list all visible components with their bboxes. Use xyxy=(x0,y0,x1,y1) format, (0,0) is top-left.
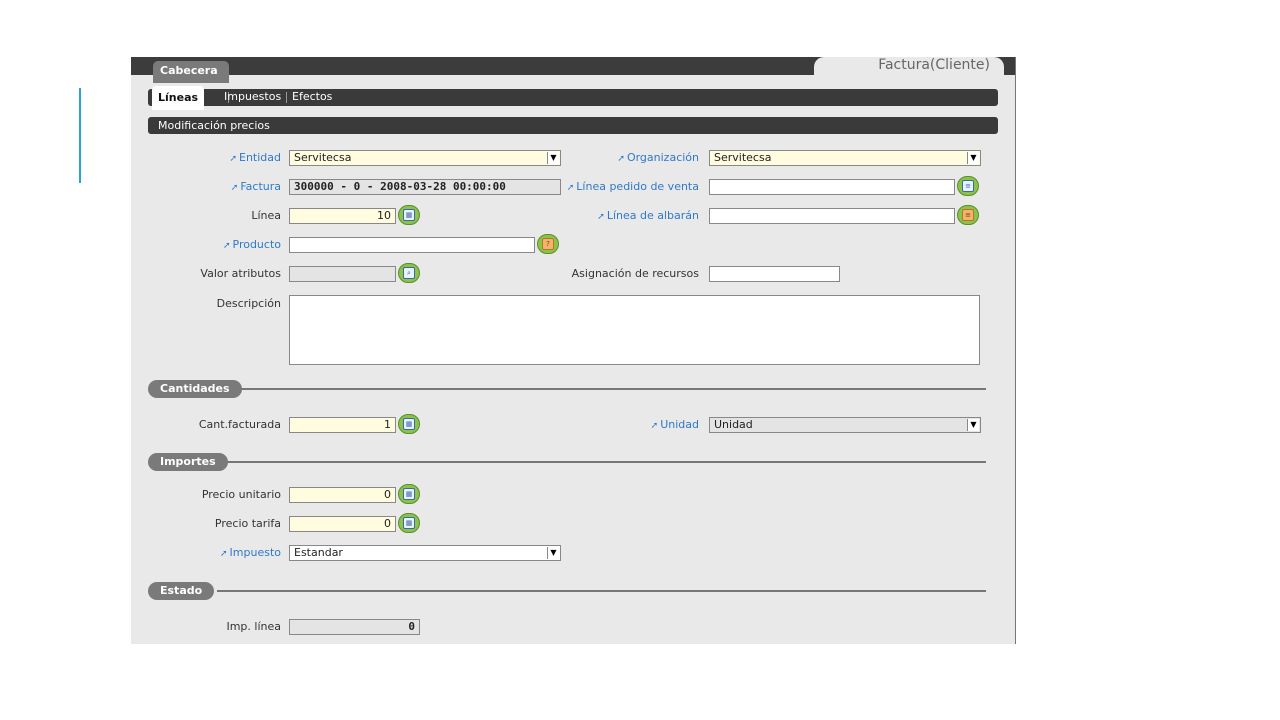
precio-unitario-input[interactable]: 0 xyxy=(289,487,396,503)
calculator-icon: ▦ xyxy=(403,517,415,529)
tab-cabecera[interactable]: Cabecera xyxy=(153,61,229,83)
section-divider xyxy=(217,590,986,592)
producto-input[interactable] xyxy=(289,237,535,253)
imp-linea-label: Imp. línea xyxy=(226,620,281,633)
subtabs-bar: Líneas Impuestos Efectos xyxy=(148,86,998,110)
descripcion-textarea[interactable] xyxy=(289,295,980,365)
linea-label: Línea xyxy=(251,209,281,222)
unidad-select[interactable]: Unidad ▼ xyxy=(709,417,981,433)
search-icon: ? xyxy=(542,238,554,250)
arrow-link-icon: ➚ xyxy=(597,212,605,222)
organizacion-select[interactable]: Servitecsa ▼ xyxy=(709,150,981,166)
calculator-button[interactable]: ▦ xyxy=(398,513,420,533)
calculator-button[interactable]: ▦ xyxy=(398,484,420,504)
impuesto-select[interactable]: Estandar ▼ xyxy=(289,545,561,561)
arrow-link-icon: ➚ xyxy=(230,183,239,193)
tab-separator xyxy=(286,92,287,103)
calculator-icon: ▦ xyxy=(403,488,415,500)
tab-lineas[interactable]: Líneas xyxy=(152,86,205,110)
asignacion-label: Asignación de recursos xyxy=(571,267,699,280)
organizacion-label[interactable]: ➚ Organización xyxy=(571,151,699,164)
arrow-link-icon: ➚ xyxy=(222,241,231,251)
search-product-button[interactable]: ? xyxy=(537,234,559,254)
chevron-down-icon[interactable]: ▼ xyxy=(967,419,979,431)
linea-pedido-label[interactable]: ➚ Línea pedido de venta xyxy=(561,180,699,193)
entidad-label[interactable]: ➚ Entidad xyxy=(191,151,281,164)
attribute-search-button[interactable]: ⌕ xyxy=(398,263,420,283)
section-divider xyxy=(227,461,986,463)
asignacion-input[interactable] xyxy=(709,266,840,282)
tab-impuestos[interactable]: Impuestos xyxy=(224,89,281,106)
arrow-link-icon: ➚ xyxy=(617,154,625,164)
descripcion-label: Descripción xyxy=(216,297,281,310)
chevron-down-icon[interactable]: ▼ xyxy=(967,152,979,164)
search-shipment-line-button[interactable]: ≡ xyxy=(957,205,979,225)
calculator-button[interactable]: ▦ xyxy=(398,205,420,225)
linea-input[interactable]: 10 xyxy=(289,208,396,224)
left-accent-line xyxy=(79,88,81,183)
cant-facturada-label: Cant.facturada xyxy=(198,418,281,431)
section-importes[interactable]: Importes xyxy=(148,453,228,471)
factura-label[interactable]: ➚ Factura xyxy=(191,180,281,193)
producto-label[interactable]: ➚ Producto xyxy=(191,238,281,251)
precio-tarifa-input[interactable]: 0 xyxy=(289,516,396,532)
calculator-icon: ▦ xyxy=(403,418,415,430)
calculator-button[interactable]: ▦ xyxy=(398,414,420,434)
arrow-link-icon: ➚ xyxy=(650,421,659,431)
valor-atributos-field xyxy=(289,266,396,282)
arrow-link-icon: ➚ xyxy=(219,549,228,559)
cant-facturada-input[interactable]: 1 xyxy=(289,417,396,433)
arrow-link-icon: ➚ xyxy=(566,183,575,193)
search-icon: ⌕ xyxy=(403,267,415,279)
impuesto-label[interactable]: ➚ Impuesto xyxy=(191,546,281,559)
unidad-label[interactable]: ➚ Unidad xyxy=(571,418,699,431)
factura-field: 300000 - 0 - 2008-03-28 00:00:00 xyxy=(289,179,561,195)
section-cantidades[interactable]: Cantidades xyxy=(148,380,242,398)
arrow-link-icon: ➚ xyxy=(229,154,237,164)
calculator-icon: ▦ xyxy=(403,209,415,221)
document-icon: ≡ xyxy=(962,209,974,221)
valor-atributos-label: Valor atributos xyxy=(200,267,281,280)
tab-efectos[interactable]: Efectos xyxy=(292,89,332,106)
imp-linea-field: 0 xyxy=(289,619,420,635)
section-divider xyxy=(239,388,986,390)
modificacion-precios-bar[interactable]: Modificación precios xyxy=(148,117,998,134)
form-window: Cabecera Factura(Cliente) Líneas Impuest… xyxy=(131,57,1016,644)
entidad-select[interactable]: Servitecsa ▼ xyxy=(289,150,561,166)
linea-pedido-input[interactable] xyxy=(709,179,955,195)
chevron-down-icon[interactable]: ▼ xyxy=(547,152,559,164)
precio-tarifa-label: Precio tarifa xyxy=(214,517,281,530)
chevron-down-icon[interactable]: ▼ xyxy=(547,547,559,559)
search-order-line-button[interactable]: ≡ xyxy=(957,176,979,196)
document-icon: ≡ xyxy=(962,180,974,192)
section-estado[interactable]: Estado xyxy=(148,582,215,600)
linea-albaran-label[interactable]: ➚ Línea de albarán xyxy=(571,209,699,222)
linea-albaran-input[interactable] xyxy=(709,208,955,224)
precio-unitario-label: Precio unitario xyxy=(201,488,281,501)
window-title-tab: Factura(Cliente) xyxy=(814,57,1004,75)
